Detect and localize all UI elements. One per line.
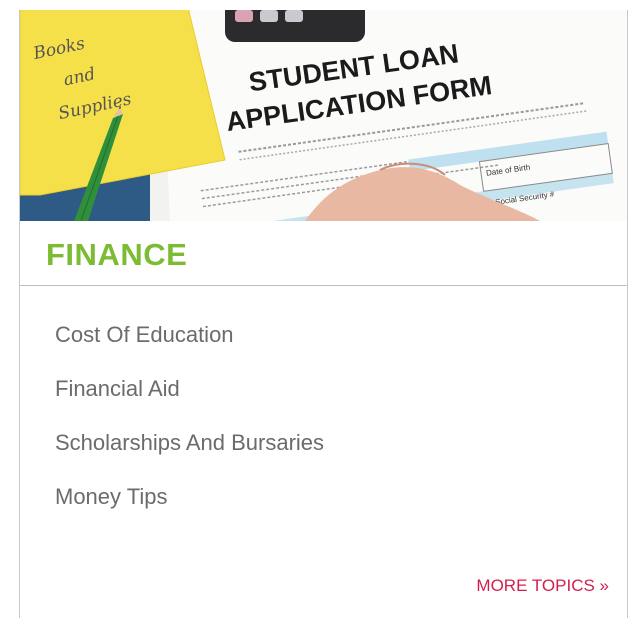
more-topics-link[interactable]: MORE TOPICS » xyxy=(476,576,609,596)
topic-link-cost-of-education[interactable]: Cost Of Education xyxy=(55,322,324,376)
topic-list: Cost Of Education Financial Aid Scholars… xyxy=(55,322,324,538)
topic-link-financial-aid[interactable]: Financial Aid xyxy=(55,376,324,430)
section-header: FINANCE xyxy=(20,221,627,286)
topic-link-money-tips[interactable]: Money Tips xyxy=(55,484,324,538)
topic-link-scholarships-and-bursaries[interactable]: Scholarships And Bursaries xyxy=(55,430,324,484)
section-title: FINANCE xyxy=(46,237,188,272)
hero-image: STUDENT LOAN APPLICATION FORM Date of Bi… xyxy=(20,10,627,221)
finance-card: STUDENT LOAN APPLICATION FORM Date of Bi… xyxy=(19,10,628,618)
calculator-image xyxy=(225,10,365,42)
